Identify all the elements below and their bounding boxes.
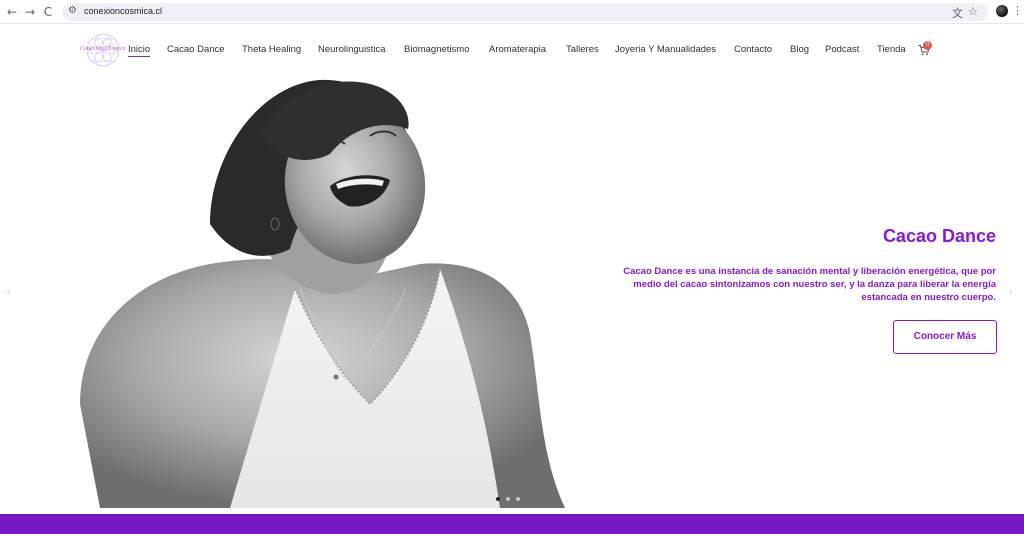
bookmark-star-icon[interactable]: ☆: [968, 5, 978, 18]
nav-item-aromaterapia[interactable]: Aromaterapia: [489, 44, 546, 55]
address-bar[interactable]: ⚙ conexioncosmica.cl 文 ☆: [62, 3, 988, 21]
forward-icon[interactable]: →: [22, 4, 38, 20]
slider-prev-icon[interactable]: ‹: [6, 284, 12, 300]
nav-item-biomagnetismo[interactable]: Biomagnetismo: [404, 44, 469, 55]
translate-icon[interactable]: 文: [952, 5, 963, 21]
browser-menu-icon[interactable]: ⋮: [1012, 4, 1023, 17]
nav-item-contacto[interactable]: Contacto: [734, 44, 772, 55]
slider-dot-3[interactable]: [516, 497, 520, 501]
hero-photo: [80, 79, 565, 508]
back-icon[interactable]: ←: [4, 4, 20, 20]
nav-item-inicio[interactable]: Inicio: [128, 44, 151, 57]
logo-text: Conexión Cósmica: [80, 46, 126, 52]
nav-item-tienda[interactable]: Tienda: [877, 44, 906, 55]
slider-dot-2[interactable]: [506, 497, 510, 501]
slider-dot-1[interactable]: [496, 497, 500, 501]
site-settings-icon[interactable]: ⚙: [68, 5, 77, 16]
reload-icon[interactable]: C: [40, 4, 56, 20]
nav-item-neurolinguistica[interactable]: Neurolinguistica: [318, 44, 386, 55]
nav-item-blog[interactable]: Blog: [790, 44, 809, 55]
footer-band: [0, 514, 1024, 534]
nav-item-joyeria[interactable]: Joyeria Y Manualidades: [615, 44, 716, 55]
conocer-mas-button[interactable]: Conocer Más: [893, 320, 997, 354]
hero-description: Cacao Dance es una instancia de sanación…: [623, 266, 996, 303]
cart-count-badge: 0: [923, 41, 932, 50]
profile-avatar[interactable]: [996, 5, 1008, 17]
url-text[interactable]: conexioncosmica.cl: [84, 6, 162, 16]
browser-toolbar: ← → C ⚙ conexioncosmica.cl 文 ☆ ⋮: [0, 0, 1024, 24]
nav-item-theta-healing[interactable]: Theta Healing: [242, 44, 301, 55]
hero-title: Cacao Dance: [882, 226, 996, 246]
slider-next-icon[interactable]: ›: [1008, 284, 1014, 300]
nav-item-podcast[interactable]: Podcast: [825, 44, 859, 55]
nav-item-talleres[interactable]: Talleres: [566, 44, 599, 55]
nav-item-cacao-dance[interactable]: Cacao Dance: [167, 44, 225, 55]
